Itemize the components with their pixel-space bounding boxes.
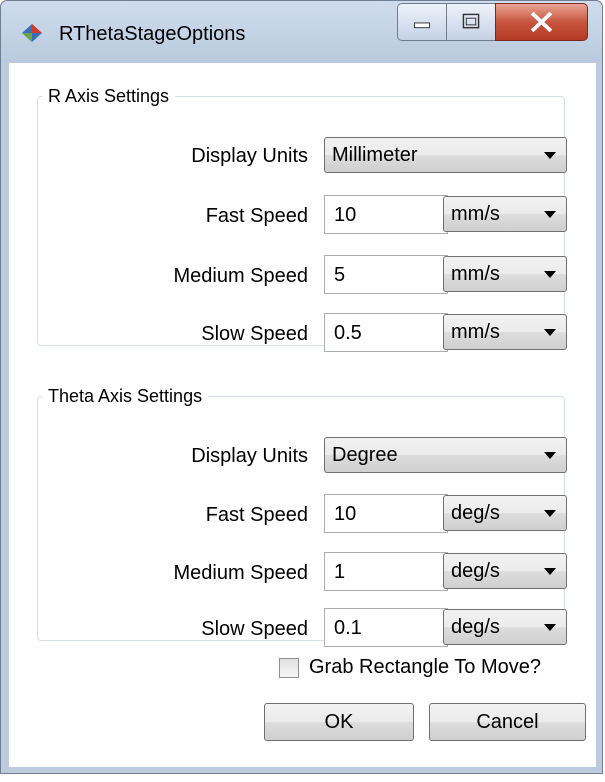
close-icon xyxy=(530,11,553,33)
r-medium-speed-input[interactable]: 5 xyxy=(324,255,448,294)
r-medium-speed-label: Medium Speed xyxy=(173,265,308,287)
chevron-down-icon xyxy=(544,510,556,517)
theta-fast-speed-unit-select[interactable]: deg/s xyxy=(443,495,567,531)
theta-slow-speed-label: Slow Speed xyxy=(201,618,308,640)
maximize-button[interactable] xyxy=(446,3,496,41)
r-fast-speed-unit: mm/s xyxy=(451,203,500,225)
theta-fast-speed-label: Fast Speed xyxy=(205,504,308,526)
dialog-window: RThetaStageOptions R Axis Settings Displ… xyxy=(0,0,603,774)
r-display-units-label: Display Units xyxy=(191,145,308,167)
chevron-down-icon xyxy=(544,452,556,459)
chevron-down-icon xyxy=(544,624,556,631)
r-slow-speed-input[interactable]: 0.5 xyxy=(324,313,448,352)
r-fast-speed-label: Fast Speed xyxy=(205,205,308,227)
theta-medium-speed-unit: deg/s xyxy=(451,560,500,582)
r-slow-speed-label: Slow Speed xyxy=(201,323,308,345)
r-slow-speed-unit-select[interactable]: mm/s xyxy=(443,314,567,350)
cancel-button[interactable]: Cancel xyxy=(429,703,586,741)
theta-medium-speed-input[interactable]: 1 xyxy=(324,552,448,591)
r-axis-settings-group: R Axis Settings Display Units Millimeter… xyxy=(37,86,567,352)
ok-button[interactable]: OK xyxy=(264,703,414,741)
r-display-units-value: Millimeter xyxy=(332,144,418,166)
close-button[interactable] xyxy=(495,3,588,41)
theta-display-units-select[interactable]: Degree xyxy=(324,437,567,473)
r-display-units-select[interactable]: Millimeter xyxy=(324,137,567,173)
chevron-down-icon xyxy=(544,271,556,278)
theta-medium-speed-label: Medium Speed xyxy=(173,562,308,584)
minimize-button[interactable] xyxy=(397,3,447,41)
theta-axis-settings-group: Theta Axis Settings Display Units Degree… xyxy=(37,386,567,647)
theta-fast-speed-input[interactable]: 10 xyxy=(324,494,448,533)
maximize-icon xyxy=(462,13,480,29)
chevron-down-icon xyxy=(544,152,556,159)
window-title: RThetaStageOptions xyxy=(59,23,246,45)
r-medium-speed-unit: mm/s xyxy=(451,263,500,285)
theta-slow-speed-input[interactable]: 0.1 xyxy=(324,608,448,647)
r-fast-speed-unit-select[interactable]: mm/s xyxy=(443,196,567,232)
minimize-icon xyxy=(413,22,431,29)
theta-fast-speed-unit: deg/s xyxy=(451,502,500,524)
grab-rectangle-checkbox[interactable] xyxy=(279,658,299,678)
theta-slow-speed-unit-select[interactable]: deg/s xyxy=(443,609,567,645)
diamond-app-icon xyxy=(22,24,42,42)
chevron-down-icon xyxy=(544,329,556,336)
chevron-down-icon xyxy=(544,568,556,575)
theta-medium-speed-unit-select[interactable]: deg/s xyxy=(443,553,567,589)
r-medium-speed-unit-select[interactable]: mm/s xyxy=(443,256,567,292)
theta-display-units-label: Display Units xyxy=(191,445,308,467)
title-bar[interactable]: RThetaStageOptions xyxy=(1,1,602,63)
theta-slow-speed-unit: deg/s xyxy=(451,616,500,638)
theta-axis-legend: Theta Axis Settings xyxy=(48,386,203,406)
chevron-down-icon xyxy=(544,211,556,218)
r-fast-speed-input[interactable]: 10 xyxy=(324,195,448,234)
dialog-content: R Axis Settings Display Units Millimeter… xyxy=(9,63,596,767)
theta-display-units-value: Degree xyxy=(332,444,398,466)
grab-rectangle-label[interactable]: Grab Rectangle To Move? xyxy=(309,656,541,679)
r-slow-speed-unit: mm/s xyxy=(451,321,500,343)
r-axis-legend: R Axis Settings xyxy=(48,86,170,106)
